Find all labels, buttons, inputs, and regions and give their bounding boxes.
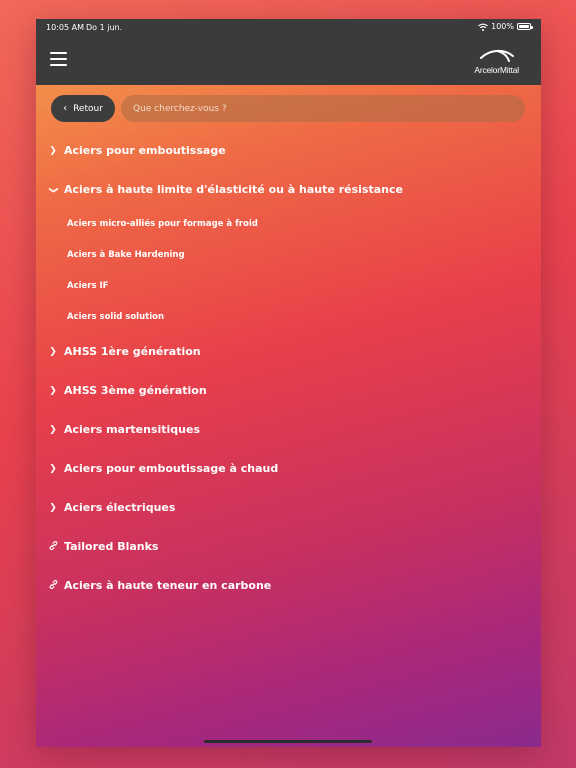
- list-item[interactable]: ❯ Aciers pour emboutissage à chaud: [49, 462, 278, 475]
- chevron-right-icon: ❯: [49, 502, 57, 513]
- list-item[interactable]: ❯ Aciers électriques: [49, 501, 175, 514]
- list-item-label: Aciers à haute teneur en carbone: [64, 579, 272, 592]
- category-list: ❯ Aciers pour emboutissage ❯ Aciers à ha…: [36, 19, 541, 747]
- list-item-label: Tailored Blanks: [64, 540, 159, 553]
- chevron-right-icon: ❯: [49, 346, 57, 357]
- list-item-label: Aciers à haute limite d'élasticité ou à …: [64, 183, 403, 196]
- chevron-right-icon: ❯: [49, 463, 57, 474]
- list-item-link[interactable]: Tailored Blanks: [49, 540, 158, 553]
- list-item-label: Aciers pour emboutissage à chaud: [64, 462, 279, 475]
- chevron-right-icon: ❯: [49, 145, 57, 156]
- list-item[interactable]: ❯ Aciers pour emboutissage: [49, 144, 226, 157]
- list-item-link[interactable]: Aciers à haute teneur en carbone: [49, 579, 271, 592]
- sub-list-item[interactable]: Aciers à Bake Hardening: [67, 250, 185, 260]
- sub-list-item[interactable]: Aciers micro-alliés pour formage à froid: [67, 219, 258, 229]
- sub-list-item[interactable]: Aciers IF: [67, 281, 108, 291]
- chevron-right-icon: ❯: [49, 385, 57, 396]
- list-item-label: Aciers électriques: [64, 501, 176, 514]
- chevron-right-icon: ❯: [49, 424, 57, 435]
- list-item-expanded[interactable]: ❯ Aciers à haute limite d'élasticité ou …: [48, 183, 403, 196]
- app-screen: 10:05 AM Do 1 jun. 100% ArcelorMittal ‹ …: [36, 19, 541, 747]
- list-item-label: Aciers pour emboutissage: [64, 144, 226, 157]
- sub-list-item[interactable]: Aciers solid solution: [67, 312, 164, 322]
- list-item[interactable]: ❯ AHSS 3ème génération: [49, 384, 207, 397]
- list-item-label: AHSS 1ère génération: [64, 345, 201, 358]
- link-icon: [49, 579, 58, 592]
- list-item-label: AHSS 3ème génération: [64, 384, 207, 397]
- link-icon: [49, 540, 58, 553]
- home-indicator[interactable]: [204, 740, 372, 743]
- list-item[interactable]: ❯ AHSS 1ère génération: [49, 345, 201, 358]
- chevron-down-icon: ❯: [48, 185, 58, 194]
- list-item[interactable]: ❯ Aciers martensitiques: [49, 423, 200, 436]
- list-item-label: Aciers martensitiques: [64, 423, 200, 436]
